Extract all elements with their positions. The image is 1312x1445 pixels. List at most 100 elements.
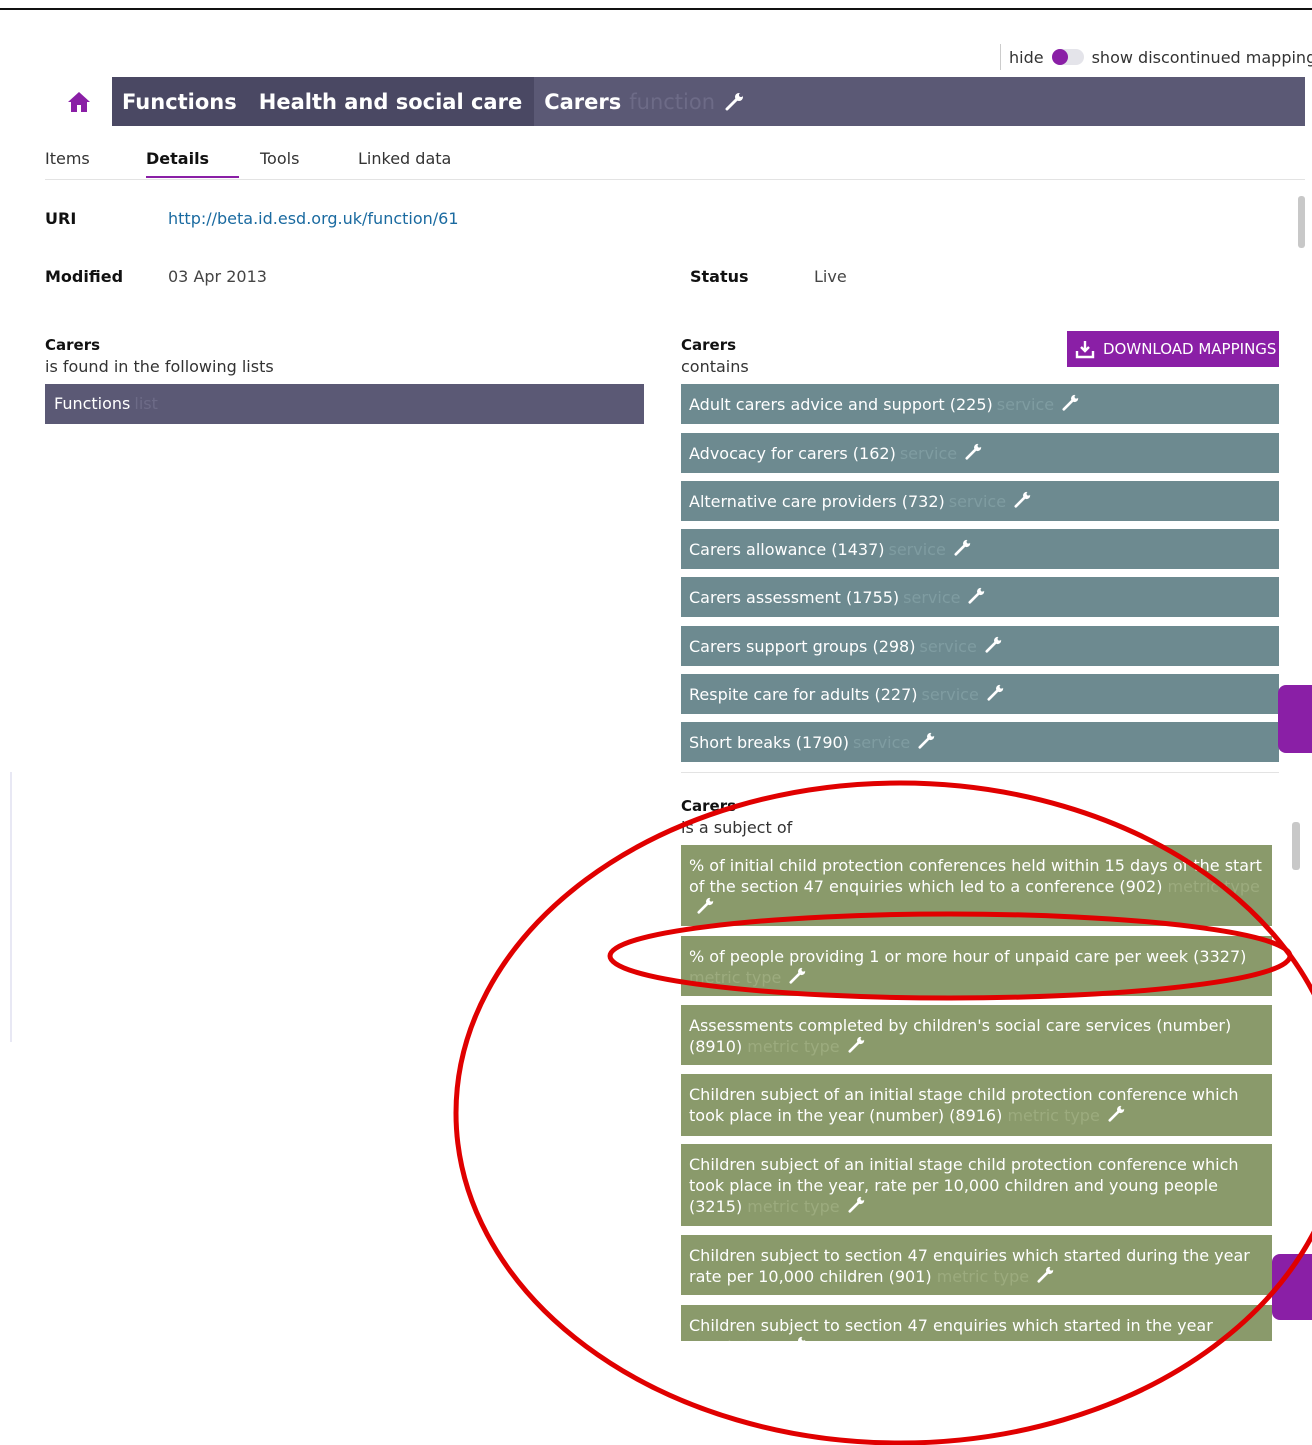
- tab-details[interactable]: Details: [146, 140, 239, 178]
- list-item-functions[interactable]: Functions list: [45, 384, 644, 424]
- wrench-icon[interactable]: [1108, 1105, 1126, 1123]
- tab-bar: Items Details Tools Linked data: [45, 140, 1305, 180]
- service-item[interactable]: Alternative care providers (732) service: [681, 481, 1279, 521]
- metric-item[interactable]: Children subject to section 47 enquiries…: [681, 1235, 1272, 1295]
- breadcrumb-current-type: function: [629, 89, 716, 114]
- side-panel-tab[interactable]: [1278, 685, 1312, 753]
- wrench-icon[interactable]: [789, 967, 807, 985]
- home-icon: [67, 91, 90, 112]
- metric-item-type: metric type: [747, 1197, 840, 1216]
- divider: [681, 772, 1279, 773]
- wrench-icon[interactable]: [1062, 394, 1080, 412]
- tab-linked-data[interactable]: Linked data: [358, 140, 451, 178]
- wrench-icon[interactable]: [987, 684, 1005, 702]
- found-in-subtitle: is found in the following lists: [45, 357, 274, 376]
- service-item-type: service: [903, 588, 961, 607]
- service-item-label: Carers support groups (298): [689, 637, 916, 656]
- service-item[interactable]: Carers assessment (1755) service: [681, 577, 1279, 617]
- wrench-icon[interactable]: [848, 1196, 866, 1214]
- metric-item[interactable]: % of initial child protection conference…: [681, 845, 1272, 926]
- service-item[interactable]: Adult carers advice and support (225) ser…: [681, 384, 1279, 424]
- wrench-icon[interactable]: [965, 443, 983, 461]
- breadcrumb: Functions Health and social care Carers …: [45, 77, 1305, 126]
- breadcrumb-current-label: Carers: [544, 89, 622, 114]
- metric-item[interactable]: % of people providing 1 or more hour of …: [681, 936, 1272, 996]
- metric-item-type: metric type: [936, 1267, 1030, 1286]
- toggle-show-label: show discontinued mappings: [1091, 47, 1312, 67]
- metric-item-type: metric type: [689, 1337, 781, 1341]
- service-item-type: service: [888, 540, 946, 559]
- service-item-type: service: [948, 492, 1007, 511]
- subject-of-title: Carers: [681, 797, 737, 815]
- service-item-type: service: [996, 395, 1055, 414]
- service-item-label: Adult carers advice and support (225): [689, 395, 993, 414]
- discontinued-mappings-toggle[interactable]: [1051, 49, 1084, 65]
- metric-item[interactable]: Children subject of an initial stage chi…: [681, 1074, 1272, 1136]
- wrench-icon[interactable]: [968, 587, 986, 605]
- service-item-label: Advocacy for carers (162): [689, 444, 896, 463]
- top-rule: [0, 8, 1312, 10]
- breadcrumb-health-label: Health and social care: [258, 89, 523, 114]
- discontinued-mappings-toggle-row: hide show discontinued mappings: [1000, 44, 1312, 70]
- service-item-type: service: [899, 444, 958, 463]
- breadcrumb-current: Carers function: [534, 77, 755, 126]
- download-mappings-label: DOWNLOAD MAPPINGS: [1103, 340, 1277, 358]
- service-item[interactable]: Respite care for adults (227) service: [681, 674, 1279, 714]
- list-item-type: list: [134, 394, 158, 413]
- list-item-label: Functions: [54, 394, 131, 413]
- uri-label: URI: [45, 209, 77, 228]
- toggle-hide-label: hide: [1009, 47, 1044, 67]
- service-item-label: Carers allowance (1437): [689, 540, 885, 559]
- status-value: Live: [814, 267, 847, 286]
- modified-value: 03 Apr 2013: [168, 267, 267, 286]
- wrench-icon[interactable]: [1037, 1266, 1055, 1284]
- contains-title: Carers: [681, 336, 737, 354]
- download-mappings-button[interactable]: DOWNLOAD MAPPINGS: [1067, 331, 1279, 367]
- breadcrumb-functions-label: Functions: [122, 89, 237, 114]
- wrench-icon[interactable]: [697, 897, 715, 915]
- subject-of-subtitle: is a subject of: [681, 818, 793, 837]
- service-item[interactable]: Short breaks (1790) service: [681, 722, 1279, 762]
- wrench-icon[interactable]: [985, 636, 1003, 654]
- status-label: Status: [690, 267, 749, 286]
- breadcrumb-health-social-care[interactable]: Health and social care: [248, 77, 535, 126]
- toggle-knob: [1051, 49, 1068, 65]
- service-item-label: Alternative care providers (732): [689, 492, 945, 511]
- scrollbar-thumb[interactable]: [1298, 196, 1305, 248]
- modified-label: Modified: [45, 267, 124, 286]
- metric-item[interactable]: Children subject to section 47 enquiries…: [681, 1305, 1272, 1341]
- download-icon: [1075, 339, 1095, 359]
- metric-item-type: metric type: [747, 1037, 840, 1056]
- service-item-type: service: [852, 733, 911, 752]
- metric-item-type: metric type: [689, 968, 782, 987]
- divider: [10, 772, 12, 1042]
- wrench-icon[interactable]: [848, 1036, 866, 1054]
- service-item-label: Short breaks (1790): [689, 733, 849, 752]
- metric-item[interactable]: Children subject of an initial stage chi…: [681, 1144, 1272, 1226]
- service-item-type: service: [919, 637, 977, 656]
- wrench-icon[interactable]: [1014, 491, 1032, 509]
- service-item-label: Respite care for adults (227): [689, 685, 918, 704]
- service-item-type: service: [921, 685, 979, 704]
- service-item-label: Carers assessment (1755): [689, 588, 900, 607]
- wrench-icon[interactable]: [725, 92, 745, 112]
- metric-item-label: Children subject to section 47 enquiries…: [689, 1316, 1213, 1335]
- scrollbar-thumb[interactable]: [1292, 822, 1300, 870]
- service-item[interactable]: Carers support groups (298) service: [681, 626, 1279, 666]
- home-link[interactable]: [45, 77, 112, 126]
- tab-items[interactable]: Items: [45, 140, 146, 178]
- breadcrumb-functions[interactable]: Functions: [112, 77, 249, 126]
- metric-item-type: metric type: [1007, 1106, 1100, 1125]
- found-in-title: Carers: [45, 336, 101, 354]
- metric-item-type: metric type: [1167, 877, 1260, 896]
- service-item[interactable]: Carers allowance (1437) service: [681, 529, 1279, 569]
- wrench-icon[interactable]: [789, 1336, 807, 1341]
- uri-link[interactable]: http://beta.id.esd.org.uk/function/61: [168, 209, 459, 228]
- service-item[interactable]: Advocacy for carers (162) service: [681, 433, 1279, 473]
- wrench-icon[interactable]: [918, 732, 936, 750]
- tab-tools[interactable]: Tools: [260, 140, 358, 178]
- wrench-icon[interactable]: [954, 539, 972, 557]
- metric-item[interactable]: Assessments completed by children's soci…: [681, 1005, 1272, 1065]
- side-panel-tab[interactable]: [1272, 1254, 1312, 1320]
- contains-subtitle: contains: [681, 357, 749, 376]
